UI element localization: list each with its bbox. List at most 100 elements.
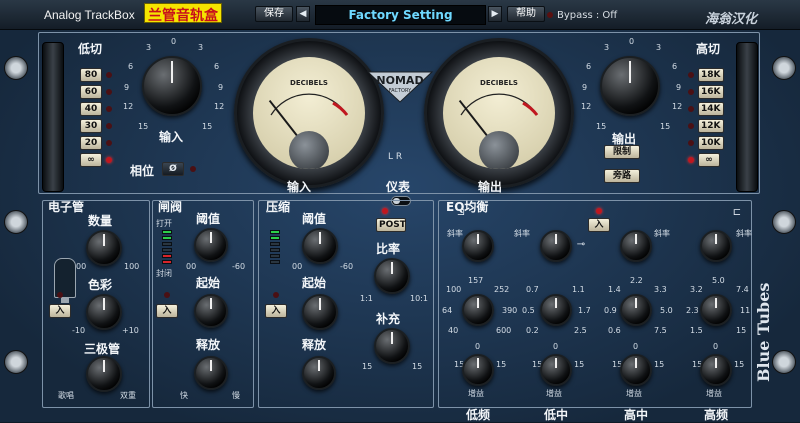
lowcut-60-button[interactable]: 60: [80, 85, 102, 99]
tube-color-knob[interactable]: [86, 294, 122, 330]
lowcut-30-button[interactable]: 30: [80, 119, 102, 133]
high-freq-scale: 1.5: [690, 326, 703, 335]
output-scale-label: 3: [604, 43, 610, 52]
band-link-icon: ⊸: [576, 239, 586, 250]
eq-in-led: [596, 208, 602, 214]
highcut-16k-button[interactable]: 16K: [698, 85, 724, 99]
rack-screw-icon: [772, 56, 796, 80]
highcut-14k-button[interactable]: 14K: [698, 102, 724, 116]
input-scale-label: 3: [146, 43, 152, 52]
gate-thr-min: 00: [186, 262, 197, 271]
tube-amount-label: 数量: [88, 214, 113, 228]
input-scale-label: 9: [124, 83, 130, 92]
tube-amount-min: 00: [76, 262, 87, 271]
lowcut-off-button[interactable]: ∞: [80, 153, 102, 167]
eq-gain-label: 增益: [546, 389, 562, 398]
tube-color-max: +10: [122, 326, 139, 335]
eq-in-button[interactable]: 入: [588, 218, 610, 232]
high-q-knob[interactable]: [700, 230, 732, 262]
high-freq-knob[interactable]: [700, 294, 732, 326]
lowcut-led: [106, 123, 112, 129]
comp-in-led: [273, 292, 279, 298]
lowcut-40-button[interactable]: 40: [80, 102, 102, 116]
phase-invert-button[interactable]: Ø: [162, 162, 184, 176]
comp-attack-knob[interactable]: [302, 294, 338, 330]
high-shelf-icon[interactable]: ⊏: [730, 206, 744, 220]
comp-thr-min: 00: [292, 262, 303, 271]
lowmid-gain-knob[interactable]: [540, 354, 572, 386]
highcut-18k-button[interactable]: 18K: [698, 68, 724, 82]
highmid-freq-scale: 5.0: [660, 306, 673, 315]
meter-pivot: [289, 131, 329, 169]
highcut-10k-button[interactable]: 10K: [698, 136, 724, 150]
highmid-freq-knob[interactable]: [620, 294, 652, 326]
highcut-12k-button[interactable]: 12K: [698, 119, 724, 133]
comp-in-button[interactable]: 入: [265, 304, 287, 318]
low-freq-scale: 157: [468, 276, 484, 285]
output-gain-knob[interactable]: [600, 56, 660, 116]
low-freq-scale: 252: [494, 285, 510, 294]
bypass-status[interactable]: Bypass : Off: [557, 10, 617, 21]
comp-threshold-label: 阈值: [302, 212, 327, 226]
eq-gain-label: 增益: [626, 389, 642, 398]
input-scale-label: 9: [218, 83, 224, 92]
comp-post-button[interactable]: POST: [376, 218, 406, 232]
input-scale-label: 6: [128, 62, 134, 71]
tube-amount-knob[interactable]: [86, 230, 122, 266]
lowmid-freq-knob[interactable]: [540, 294, 572, 326]
help-button[interactable]: 帮助: [507, 6, 545, 22]
lowmid-freq-scale: 1.1: [572, 285, 585, 294]
gate-thr-max: -60: [232, 262, 246, 271]
comp-makeup-label: 补充: [376, 312, 401, 326]
output-scale-label: 15: [660, 122, 671, 131]
input-meter-label: 输入: [287, 180, 312, 194]
tube-in-button[interactable]: 入: [49, 304, 71, 318]
low-gain-knob[interactable]: [462, 354, 494, 386]
rack-screw-icon: [772, 350, 796, 374]
lowmid-gain-scale: 0: [553, 342, 559, 351]
gate-in-button[interactable]: 入: [156, 304, 178, 318]
save-button[interactable]: 保存: [255, 6, 293, 22]
rack-screw-icon: [772, 210, 796, 234]
input-gain-knob[interactable]: [142, 56, 202, 116]
gate-release-knob[interactable]: [194, 356, 228, 390]
comp-meter-led: [270, 236, 280, 240]
comp-release-knob[interactable]: [302, 356, 336, 390]
comp-ratio-min: 1:1: [360, 294, 373, 303]
lowmid-freq-scale: 0.7: [526, 285, 539, 294]
eq-q-label: 斜率: [514, 229, 530, 238]
preset-prev-button[interactable]: ◀: [296, 6, 310, 22]
low-freq-scale: 390: [502, 306, 518, 315]
lowmid-q-knob[interactable]: [540, 230, 572, 262]
comp-makeup-knob[interactable]: [374, 328, 410, 364]
low-freq-knob[interactable]: [462, 294, 494, 326]
preset-next-button[interactable]: ▶: [488, 6, 502, 22]
bypass-button[interactable]: 旁路: [604, 169, 640, 183]
high-gain-knob[interactable]: [700, 354, 732, 386]
phase-led: [190, 166, 196, 172]
highmid-q-knob[interactable]: [620, 230, 652, 262]
gate-meter-led: [162, 248, 172, 252]
output-scale-label: 9: [676, 83, 682, 92]
highmid-gain-knob[interactable]: [620, 354, 652, 386]
low-shelf-icon[interactable]: ⊐: [454, 206, 468, 220]
lowcut-led: [106, 157, 112, 163]
input-scale-label: 12: [214, 102, 225, 111]
band-lowmid-label: 低中: [544, 408, 569, 422]
comp-ratio-knob[interactable]: [374, 258, 410, 294]
gate-threshold-knob[interactable]: [194, 228, 228, 262]
lowcut-80-button[interactable]: 80: [80, 68, 102, 82]
preset-display[interactable]: Factory Setting: [315, 5, 486, 25]
limit-button[interactable]: 限制: [604, 145, 640, 159]
lowcut-led: [106, 140, 112, 146]
input-vu-meter: DECIBELS: [234, 38, 384, 188]
highcut-off-button[interactable]: ∞: [698, 153, 720, 167]
highcut-led: [688, 123, 694, 129]
high-freq-scale: 11: [740, 306, 751, 315]
input-scale-label: 3: [198, 43, 204, 52]
low-q-knob[interactable]: [462, 230, 494, 262]
lowcut-20-button[interactable]: 20: [80, 136, 102, 150]
tube-triode-knob[interactable]: [86, 356, 122, 392]
comp-threshold-knob[interactable]: [302, 228, 338, 264]
gate-attack-knob[interactable]: [194, 294, 228, 328]
